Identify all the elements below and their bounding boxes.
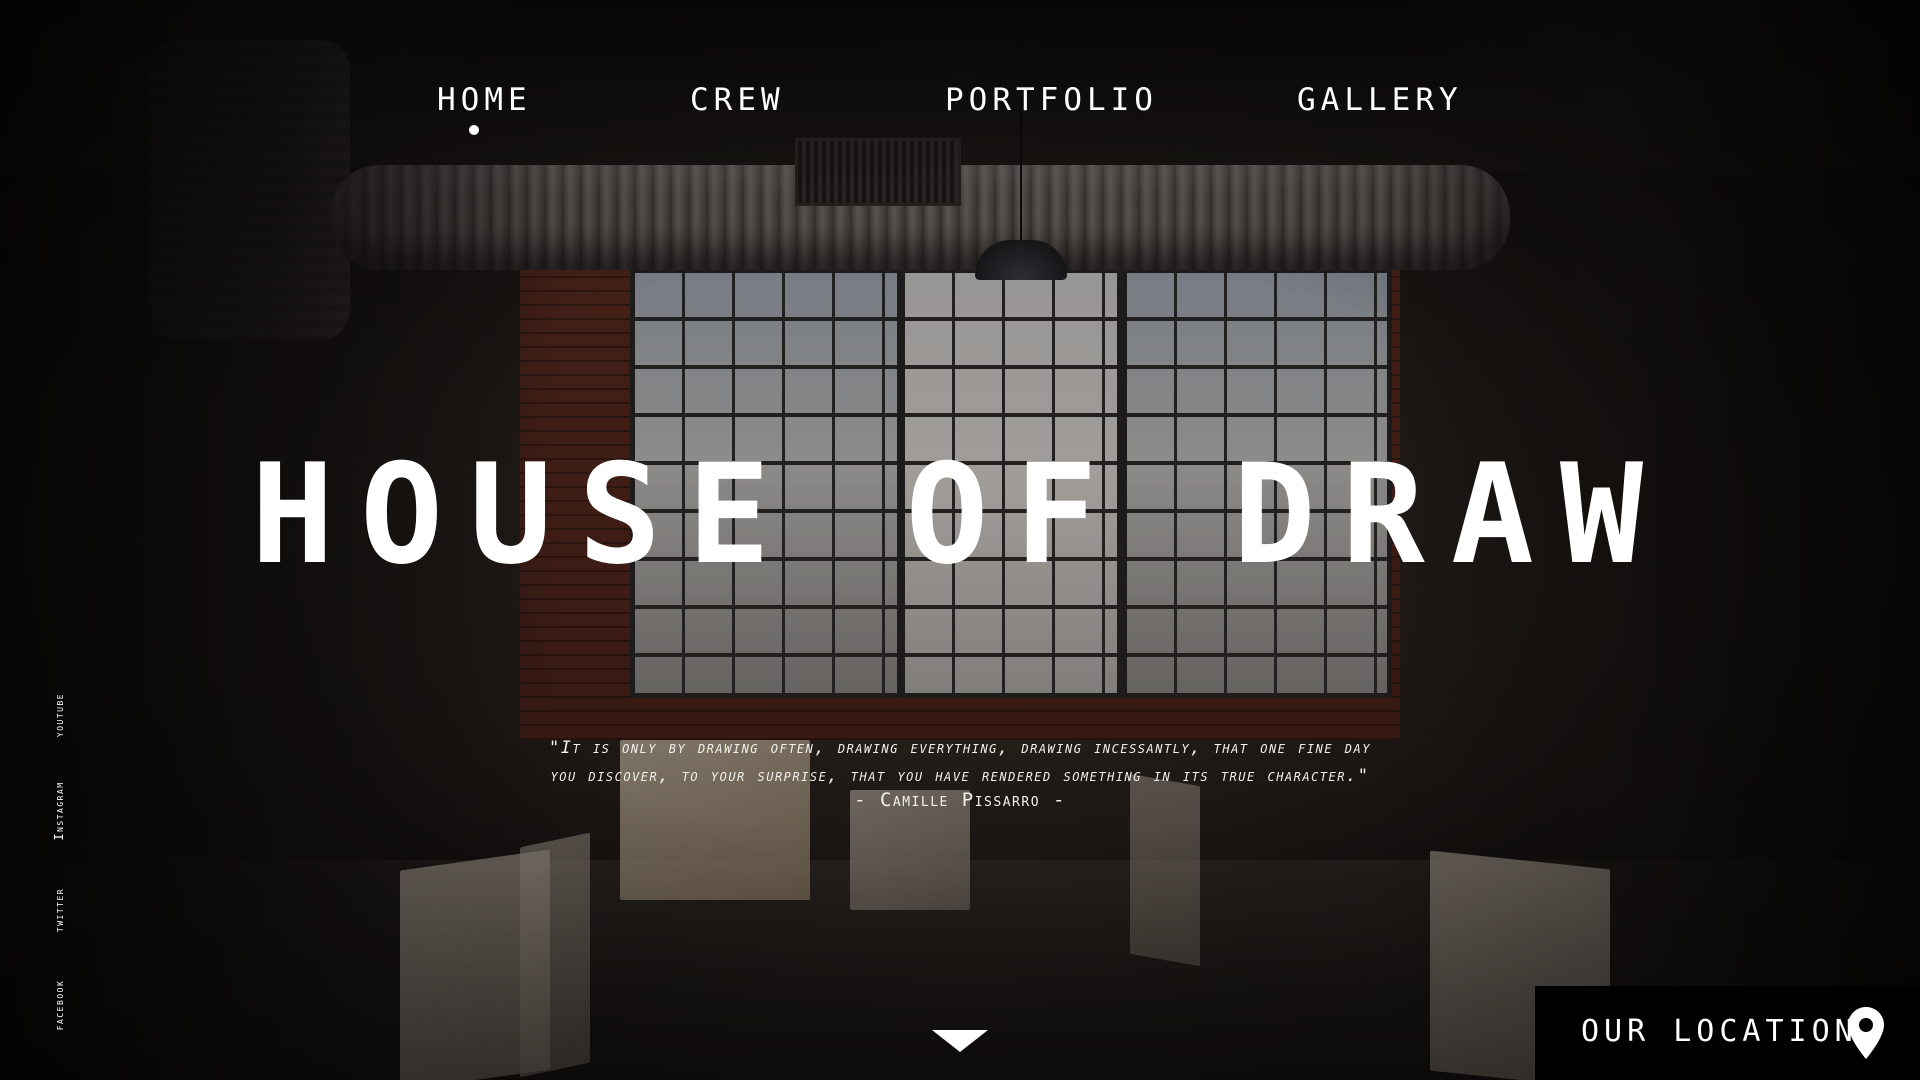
background-canvas (400, 849, 550, 1080)
background-pendant-lamp (975, 240, 1067, 280)
nav-item-portfolio[interactable]: PORTFOLIO (945, 82, 1158, 118)
social-link-label: facebook (52, 979, 66, 1031)
quote-line: "It is only by drawing often, drawing ev… (549, 738, 1371, 758)
social-link-twitter[interactable]: twitter (44, 865, 74, 955)
social-link-label: Instagram (52, 781, 66, 841)
nav-item-gallery[interactable]: GALLERY (1297, 82, 1463, 118)
social-link-label: twitter (52, 887, 66, 933)
background-vent (795, 138, 961, 206)
social-link-youtube[interactable]: youtube (44, 670, 74, 760)
map-pin-icon (1848, 1007, 1884, 1059)
nav-item-crew[interactable]: CREW (690, 82, 785, 118)
scroll-down-button[interactable] (930, 1028, 990, 1054)
background-canvas (520, 832, 590, 1078)
quote-author: - Camille Pissarro - (854, 789, 1066, 811)
quote-line: you discover, to your surprise, that you… (550, 766, 1370, 786)
page-title: HOUSE OF DRAW (250, 434, 1670, 595)
social-link-instagram[interactable]: Instagram (44, 766, 74, 856)
active-nav-indicator (469, 125, 479, 135)
location-label: OUR LOCATION (1581, 1014, 1858, 1049)
hero-section: HOME CREW PORTFOLIO GALLERY HOUSE OF DRA… (0, 0, 1920, 1080)
our-location-button[interactable]: OUR LOCATION (1535, 986, 1920, 1080)
caret-down-icon (932, 1030, 988, 1052)
nav-item-home[interactable]: HOME (437, 82, 532, 118)
main-nav: HOME CREW PORTFOLIO GALLERY (0, 82, 1920, 142)
background-air-duct (330, 165, 1510, 270)
quote: "It is only by drawing often, drawing ev… (360, 734, 1560, 790)
social-links: youtube Instagram twitter facebook (44, 670, 74, 1050)
social-link-facebook[interactable]: facebook (44, 960, 74, 1050)
social-link-label: youtube (52, 692, 66, 738)
